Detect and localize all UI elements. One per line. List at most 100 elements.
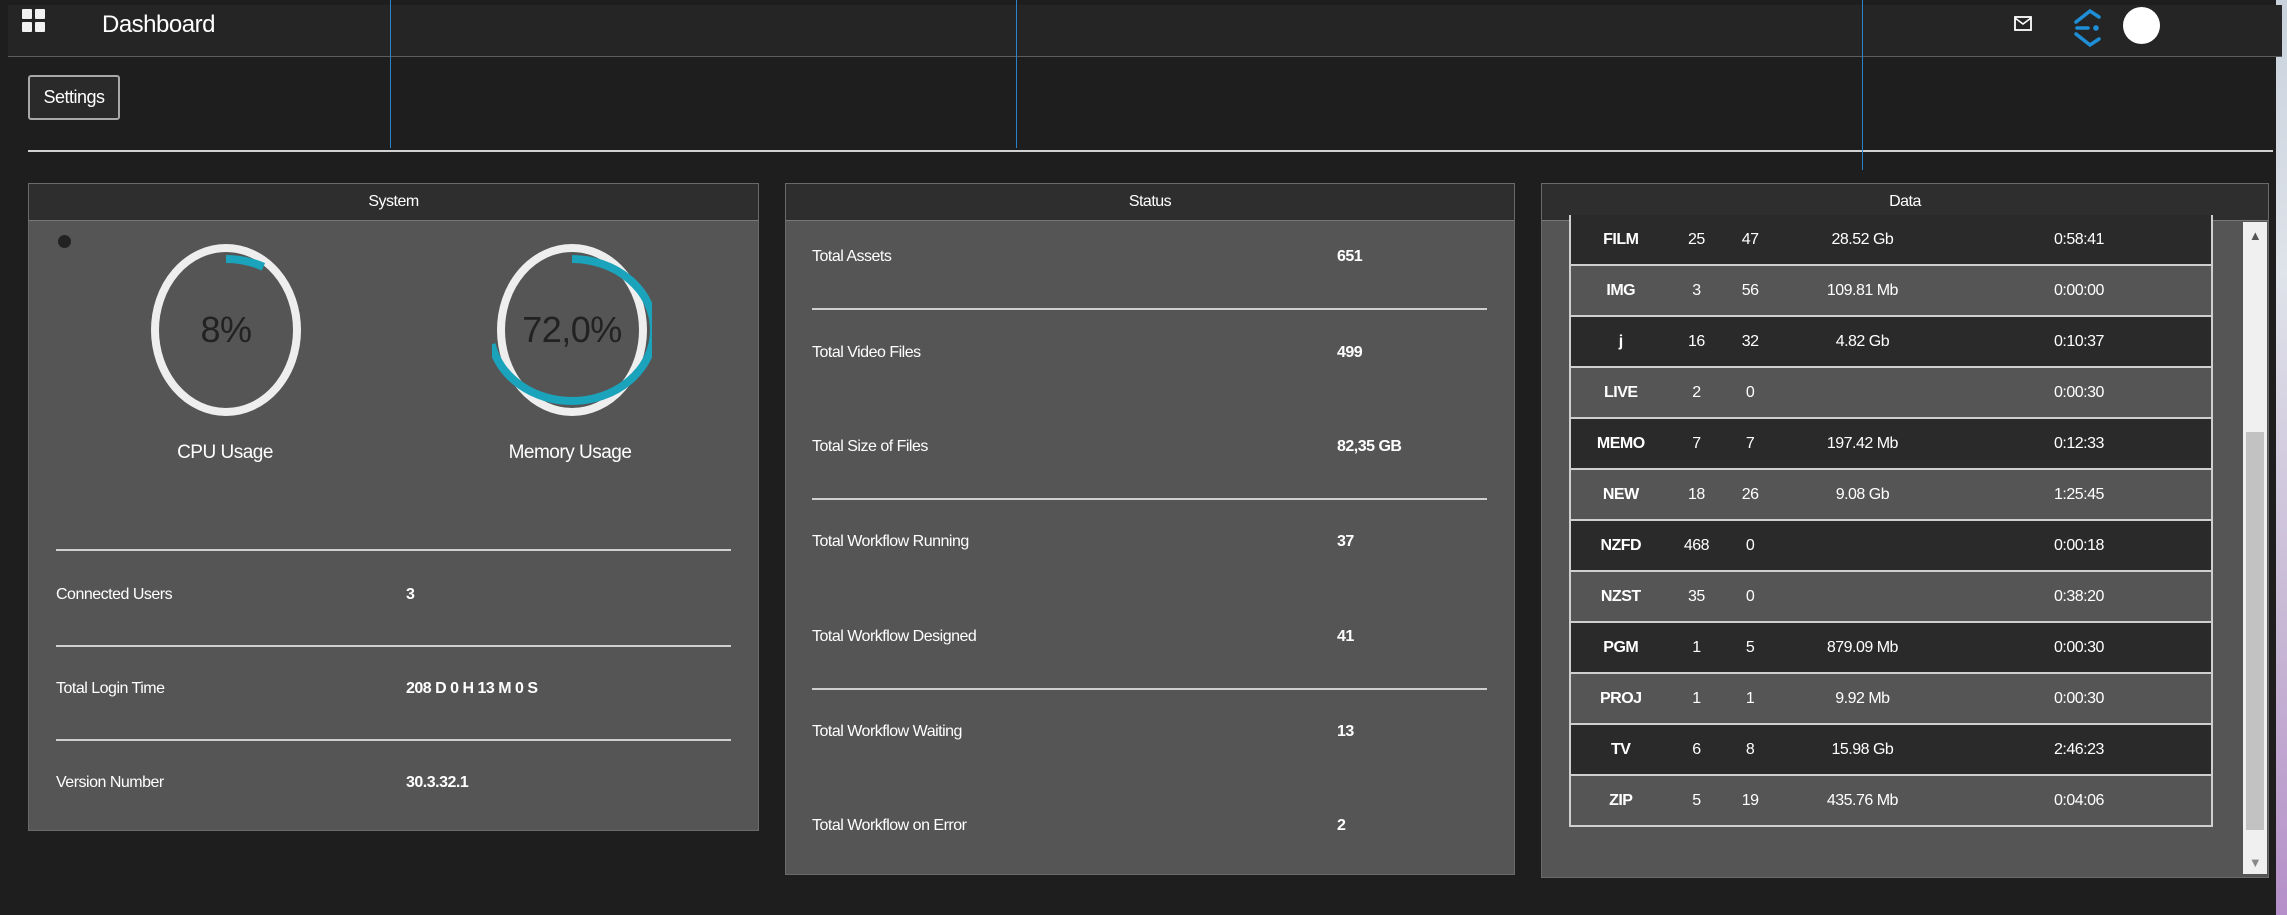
table-cell: 25 (1670, 215, 1723, 266)
guide-line (1016, 0, 1017, 148)
total-workflow-on-error-label: Total Workflow on Error (812, 817, 967, 834)
total-assets-label: Total Assets (812, 248, 892, 265)
total-login-time-label: Total Login Time (56, 680, 165, 697)
system-panel: System 8% CPU Usage 72,0% Memory Usage C… (28, 183, 759, 831)
table-cell: 28.52 Gb (1777, 215, 1947, 266)
table-row[interactable]: NEW 18 26 9.08 Gb 1:25:45 (1570, 469, 2212, 521)
table-cell: 0:00:30 (1946, 367, 2212, 419)
table-row[interactable]: NZFD 468 0 0:00:18 (1570, 520, 2212, 572)
table-row[interactable]: j 16 32 4.82 Gb 0:10:37 (1570, 316, 2212, 368)
brand-icon[interactable] (2072, 8, 2104, 53)
table-cell: 9.92 Mb (1777, 673, 1947, 725)
data-table: FILM 25 47 28.52 Gb 0:58:41 IMG 3 56 109.81 Mb 0:… (1569, 215, 2213, 827)
scroll-up-arrow-icon[interactable]: ▲ (2243, 228, 2267, 243)
table-cell: 8 (1722, 724, 1778, 776)
table-cell: 0 (1722, 367, 1778, 419)
settings-button[interactable]: Settings (28, 75, 120, 120)
memory-usage-label: Memory Usage (508, 442, 632, 463)
table-row[interactable]: MEMO 7 7 197.42 Mb 0:12:33 (1570, 418, 2212, 470)
divider (28, 150, 2273, 152)
table-cell: 26 (1722, 469, 1778, 521)
memory-gauge: 72,0% (492, 244, 652, 416)
connected-users-value: 3 (406, 586, 415, 603)
table-cell: 0:58:41 (1946, 215, 2212, 266)
divider (56, 739, 731, 741)
table-cell: 879.09 Mb (1777, 622, 1947, 674)
system-panel-title: System (29, 184, 758, 221)
table-row[interactable]: PROJ 1 1 9.92 Mb 0:00:30 (1570, 673, 2212, 725)
table-cell: 2 (1670, 367, 1723, 419)
table-cell: 5 (1722, 622, 1778, 674)
table-cell: 32 (1722, 316, 1778, 368)
table-cell: NEW (1570, 469, 1671, 521)
scroll-down-arrow-icon[interactable]: ▼ (2243, 855, 2267, 870)
total-workflow-running-value: 37 (1337, 533, 1354, 550)
table-cell: 0:00:30 (1946, 673, 2212, 725)
table-cell: 56 (1722, 265, 1778, 317)
mail-icon[interactable] (2014, 16, 2032, 36)
table-row[interactable]: LIVE 2 0 0:00:30 (1570, 367, 2212, 419)
table-cell: 0:38:20 (1946, 571, 2212, 623)
table-cell: 6 (1670, 724, 1723, 776)
table-cell: j (1570, 316, 1671, 368)
table-cell: 1 (1670, 622, 1723, 674)
table-cell: MEMO (1570, 418, 1671, 470)
total-login-time-value: 208 D 0 H 13 M 0 S (406, 680, 538, 697)
table-cell: 0 (1722, 520, 1778, 572)
total-workflow-waiting-value: 13 (1337, 723, 1354, 740)
cpu-usage-label: CPU Usage (177, 442, 273, 463)
cpu-gauge: 8% (146, 244, 306, 416)
divider (812, 498, 1487, 500)
status-dot (58, 235, 71, 248)
table-cell: 2:46:23 (1946, 724, 2212, 776)
total-workflow-on-error-value: 2 (1337, 817, 1346, 834)
status-panel-title: Status (786, 184, 1514, 221)
table-row[interactable]: FILM 25 47 28.52 Gb 0:58:41 (1570, 215, 2212, 266)
table-cell: 0:00:18 (1946, 520, 2212, 572)
table-cell: FILM (1570, 215, 1671, 266)
table-cell: PROJ (1570, 673, 1671, 725)
scrollbar[interactable]: ▲ ▼ (2243, 222, 2267, 874)
cpu-gauge-value: 8% (200, 309, 251, 350)
table-cell: 0:04:06 (1946, 775, 2212, 827)
table-cell: 5 (1670, 775, 1723, 827)
table-cell: 197.42 Mb (1777, 418, 1947, 470)
table-cell: 47 (1722, 215, 1778, 266)
table-row[interactable]: IMG 3 56 109.81 Mb 0:00:00 (1570, 265, 2212, 317)
table-cell: 7 (1670, 418, 1723, 470)
table-cell: 9.08 Gb (1777, 469, 1947, 521)
table-cell: 1 (1722, 673, 1778, 725)
table-cell: 19 (1722, 775, 1778, 827)
table-row[interactable]: ZIP 5 19 435.76 Mb 0:04:06 (1570, 775, 2212, 827)
divider (812, 308, 1487, 310)
total-workflow-running-label: Total Workflow Running (812, 533, 969, 550)
total-workflow-designed-label: Total Workflow Designed (812, 628, 977, 645)
total-workflow-waiting-label: Total Workflow Waiting (812, 723, 962, 740)
grid-icon[interactable] (22, 9, 46, 33)
table-cell: 4.82 Gb (1777, 316, 1947, 368)
table-row[interactable]: NZST 35 0 0:38:20 (1570, 571, 2212, 623)
divider (56, 645, 731, 647)
guide-line (390, 0, 391, 148)
table-cell: 3 (1670, 265, 1723, 317)
table-cell (1777, 571, 1947, 623)
table-cell: 7 (1722, 418, 1778, 470)
total-size-of-files-value: 82,35 GB (1337, 438, 1402, 455)
table-cell: 18 (1670, 469, 1723, 521)
table-cell: 468 (1670, 520, 1723, 572)
scroll-thumb[interactable] (2246, 432, 2264, 830)
guide-line (1862, 0, 1863, 170)
table-cell: 0:00:00 (1946, 265, 2212, 317)
total-size-of-files-label: Total Size of Files (812, 438, 928, 455)
page-title: Dashboard (102, 11, 215, 38)
memory-gauge-value: 72,0% (522, 309, 622, 350)
table-cell: 16 (1670, 316, 1723, 368)
divider (812, 688, 1487, 690)
table-row[interactable]: TV 6 8 15.98 Gb 2:46:23 (1570, 724, 2212, 776)
table-row[interactable]: PGM 1 5 879.09 Mb 0:00:30 (1570, 622, 2212, 674)
table-cell: 1:25:45 (1946, 469, 2212, 521)
avatar[interactable] (2123, 7, 2160, 44)
top-bar: Dashboard (8, 5, 2282, 57)
table-cell: 0:00:30 (1946, 622, 2212, 674)
table-cell (1777, 367, 1947, 419)
